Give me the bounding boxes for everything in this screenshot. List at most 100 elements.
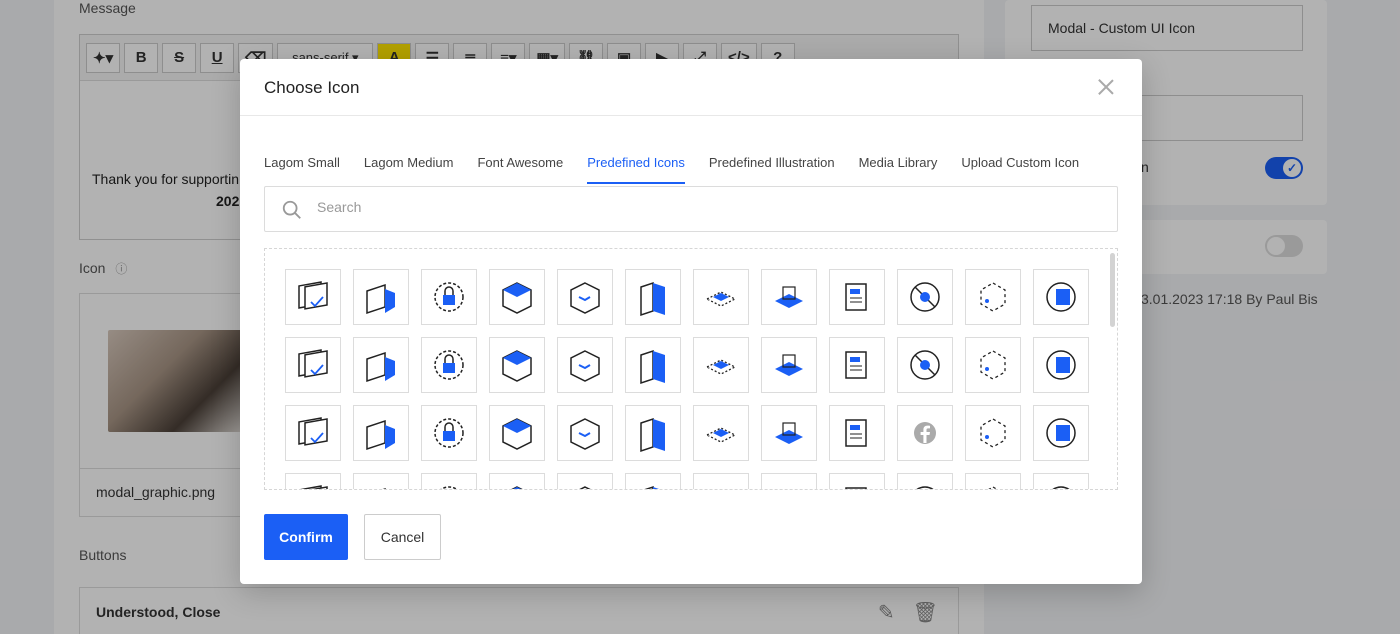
- partial-icon-1[interactable]: [285, 473, 341, 489]
- folder-shield-icon-glyph: [366, 283, 395, 315]
- tools-cross-icon[interactable]: [557, 405, 613, 461]
- partial-icon-11-glyph: [988, 486, 998, 489]
- tab-media-library[interactable]: Media Library: [859, 155, 938, 184]
- package-corner-icon[interactable]: [625, 405, 681, 461]
- close-icon[interactable]: [1096, 77, 1116, 97]
- dashed-hexagon-icon[interactable]: [965, 269, 1021, 325]
- tab-font-awesome[interactable]: Font Awesome: [477, 155, 563, 184]
- layers-plane-icon[interactable]: [693, 269, 749, 325]
- panels-play-icon[interactable]: [829, 337, 885, 393]
- partial-icon-7-glyph: [701, 481, 741, 490]
- partial-icon-7[interactable]: [693, 473, 749, 490]
- lock-dashed-icon-glyph: [434, 418, 464, 448]
- facebook-icon[interactable]: [897, 405, 953, 461]
- bug-blocked-icon-glyph: [910, 282, 940, 312]
- partial-icon-11[interactable]: [965, 473, 1021, 489]
- network-arrows-icon[interactable]: [285, 337, 341, 393]
- box-shield-icon[interactable]: [489, 337, 545, 393]
- partial-icon-10-glyph: [916, 486, 934, 489]
- refresh-shield-icon[interactable]: [829, 405, 885, 461]
- search-box[interactable]: [264, 186, 1118, 232]
- scrollbar[interactable]: [1110, 253, 1115, 327]
- choose-icon-modal: Choose Icon Lagom Small Lagom Medium Font …: [240, 59, 1142, 584]
- partial-icon-9-glyph: [845, 487, 867, 489]
- partial-icon-4[interactable]: [489, 473, 545, 489]
- partial-icon-3-glyph: [440, 486, 458, 489]
- cloud-platform-icon-glyph: [366, 351, 395, 383]
- disk-sync-icon-glyph: [434, 350, 464, 380]
- box-cube-icon[interactable]: [489, 269, 545, 325]
- partial-icon-5-glyph: [579, 486, 591, 489]
- cards-check-icon[interactable]: [285, 269, 341, 325]
- platform-card-icon[interactable]: [285, 405, 341, 461]
- bug-blocked-icon[interactable]: [897, 269, 953, 325]
- book-open-icon-glyph: [640, 281, 665, 317]
- document-refresh-icon[interactable]: [1033, 269, 1089, 325]
- sphere-dot-icon[interactable]: [353, 405, 409, 461]
- partial-icon-8[interactable]: [761, 473, 817, 490]
- chat-bubbles-icon-glyph: [570, 350, 600, 382]
- hexagon-layers-icon[interactable]: [761, 405, 817, 461]
- icon-grid: [285, 269, 1089, 490]
- cube-arrow-icon-glyph: [502, 418, 532, 450]
- cards-check-icon-glyph: [298, 281, 328, 310]
- partial-icon-5[interactable]: [557, 473, 613, 489]
- partial-icon-4-glyph: [511, 486, 523, 489]
- lock-refresh-icon[interactable]: [421, 269, 477, 325]
- globe-target-icon-glyph: [705, 359, 737, 375]
- chat-bubbles-icon[interactable]: [557, 337, 613, 393]
- hexagon-refresh-icon[interactable]: [965, 405, 1021, 461]
- cloud-platform-icon[interactable]: [353, 337, 409, 393]
- box-arrow-icon[interactable]: [557, 269, 613, 325]
- partial-icon-8-glyph: [769, 481, 809, 490]
- partial-icon-3[interactable]: [421, 473, 477, 489]
- server-boxes-icon[interactable]: [761, 269, 817, 325]
- tab-predefined-illustration[interactable]: Predefined Illustration: [709, 155, 835, 184]
- disk-sync-icon[interactable]: [421, 337, 477, 393]
- search-input[interactable]: [317, 199, 1097, 215]
- document-refresh-icon-glyph: [1046, 282, 1076, 312]
- modal-header: Choose Icon: [240, 59, 1142, 116]
- partial-icon-6[interactable]: [625, 473, 681, 489]
- folder-shield-icon[interactable]: [353, 269, 409, 325]
- tab-lagom-small[interactable]: Lagom Small: [264, 155, 340, 184]
- partial-icon-2[interactable]: [353, 473, 409, 489]
- cloud-stack-icon[interactable]: [761, 337, 817, 393]
- book-open-icon[interactable]: [625, 269, 681, 325]
- hexagon-refresh-icon-glyph: [980, 418, 1006, 448]
- globe-target-icon[interactable]: [693, 337, 749, 393]
- chart-seo-icon[interactable]: [897, 337, 953, 393]
- sphere-dot-icon-glyph: [366, 419, 395, 451]
- layers-up-icon[interactable]: [693, 405, 749, 461]
- lock-refresh-icon-glyph: [434, 282, 464, 312]
- building-blocks-icon[interactable]: [625, 337, 681, 393]
- refresh-shield-icon-glyph: [845, 419, 867, 447]
- icon-grid-container[interactable]: [264, 248, 1118, 490]
- partial-icon-9[interactable]: [829, 473, 885, 489]
- partial-icon-12[interactable]: [1033, 473, 1089, 489]
- fire-shield-icon[interactable]: [1033, 405, 1089, 461]
- panels-play-icon-glyph: [845, 351, 867, 379]
- layers-plane-icon-glyph: [705, 291, 737, 307]
- document-news-icon[interactable]: [829, 269, 885, 325]
- chart-seo-icon-glyph: [910, 350, 940, 380]
- credit-card-icon[interactable]: [965, 337, 1021, 393]
- bug-dashed-icon[interactable]: [1033, 337, 1089, 393]
- partial-icon-10[interactable]: [897, 473, 953, 489]
- fire-shield-icon-glyph: [1046, 418, 1076, 448]
- tab-predefined-icons[interactable]: Predefined Icons: [587, 155, 685, 184]
- bug-dashed-icon-glyph: [1046, 350, 1076, 380]
- partial-icon-12-glyph: [1052, 486, 1070, 489]
- lock-dashed-icon[interactable]: [421, 405, 477, 461]
- tools-cross-icon-glyph: [570, 418, 600, 450]
- cancel-button[interactable]: Cancel: [364, 514, 441, 560]
- modal-footer: Confirm Cancel: [264, 514, 441, 560]
- modal-title: Choose Icon: [264, 78, 360, 97]
- confirm-button[interactable]: Confirm: [264, 514, 348, 560]
- cube-arrow-icon[interactable]: [489, 405, 545, 461]
- layers-up-icon-glyph: [705, 427, 737, 443]
- icon-source-tabs: Lagom Small Lagom Medium Font Awesome Prede…: [264, 155, 1079, 184]
- tab-upload-custom-icon[interactable]: Upload Custom Icon: [961, 155, 1079, 184]
- platform-card-icon-glyph: [298, 417, 328, 446]
- tab-lagom-medium[interactable]: Lagom Medium: [364, 155, 454, 184]
